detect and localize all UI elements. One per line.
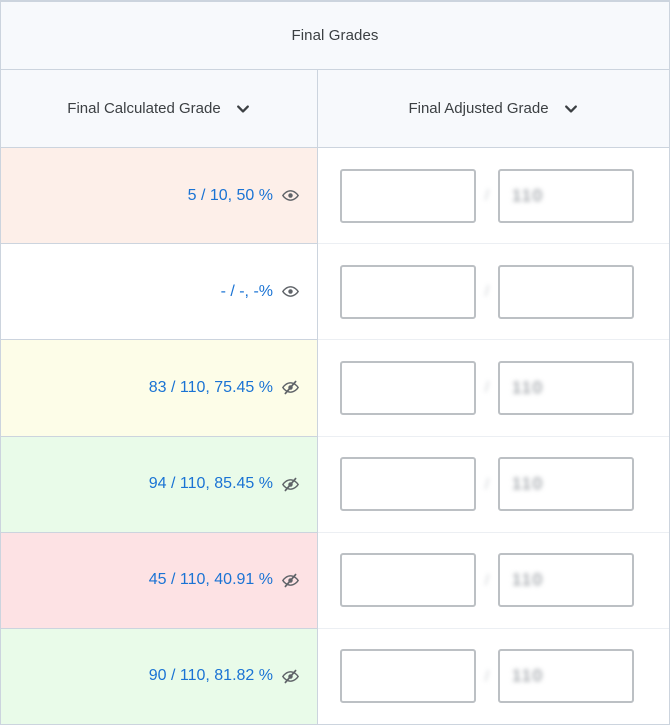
calculated-grade-value: 90 / 110, 81.82 % [148, 667, 273, 685]
adjusted-denominator-wrapper[interactable]: 110 [498, 649, 634, 704]
group-header-title: Final Grades [291, 27, 379, 44]
table-row: / 110 [318, 437, 669, 533]
table-row: 5 / 10, 50 % [1, 148, 317, 245]
final-adjusted-grade-column: / 110 / / 110 / 110 / 110 / 110 [318, 148, 669, 724]
adjusted-numerator-input[interactable] [340, 264, 476, 319]
table-row: 83 / 110, 75.45 % [1, 340, 317, 437]
fraction-separator: / [484, 571, 490, 589]
eye-icon[interactable] [282, 187, 299, 204]
adjusted-denominator-wrapper[interactable]: 110 [498, 553, 634, 608]
table-row: / 110 [318, 533, 669, 629]
final-grades-table: Final Grades Final Calculated Grade Fina… [0, 0, 670, 725]
column-header-label: Final Calculated Grade [67, 100, 221, 117]
final-calculated-grade-column: 5 / 10, 50 % - / -, -% 83 / 110, 75.45 %… [1, 148, 318, 724]
adjusted-numerator-input[interactable] [340, 168, 476, 223]
column-header-final-calculated-grade[interactable]: Final Calculated Grade [1, 70, 318, 147]
table-body: 5 / 10, 50 % - / -, -% 83 / 110, 75.45 %… [1, 148, 669, 724]
column-header-row: Final Calculated Grade Final Adjusted Gr… [1, 70, 669, 148]
calculated-grade-value: 45 / 110, 40.91 % [148, 571, 273, 589]
chevron-down-icon[interactable] [235, 101, 251, 117]
adjusted-denominator-input[interactable] [498, 649, 634, 704]
fraction-separator: / [484, 187, 490, 205]
calculated-grade-value: - / -, -% [220, 282, 273, 300]
adjusted-denominator-wrapper[interactable]: 110 [498, 360, 634, 415]
table-row: / [318, 244, 669, 341]
fraction-separator: / [484, 283, 490, 301]
adjusted-denominator-input[interactable] [498, 360, 634, 415]
adjusted-denominator-input[interactable] [498, 168, 634, 223]
adjusted-numerator-input[interactable] [340, 649, 476, 704]
table-row: 90 / 110, 81.82 % [1, 628, 317, 724]
fraction-separator: / [484, 667, 490, 685]
table-row: / 110 [318, 629, 669, 724]
chevron-down-icon[interactable] [563, 101, 579, 117]
adjusted-denominator-wrapper[interactable] [498, 264, 634, 319]
calculated-grade-value: 94 / 110, 85.45 % [148, 475, 273, 493]
adjusted-denominator-wrapper[interactable]: 110 [498, 168, 634, 223]
column-header-label: Final Adjusted Grade [408, 100, 549, 117]
calculated-grade-value: 83 / 110, 75.45 % [148, 378, 273, 396]
fraction-separator: / [484, 379, 490, 397]
table-row: - / -, -% [1, 244, 317, 341]
adjusted-denominator-input[interactable] [498, 553, 634, 608]
eye-off-icon[interactable] [282, 668, 299, 685]
eye-off-icon[interactable] [282, 379, 299, 396]
table-row: / 110 [318, 340, 669, 437]
fraction-separator: / [484, 475, 490, 493]
table-row: 45 / 110, 40.91 % [1, 532, 317, 629]
group-header: Final Grades [1, 2, 669, 70]
adjusted-denominator-input[interactable] [498, 264, 634, 319]
adjusted-denominator-input[interactable] [498, 457, 634, 512]
table-row: / 110 [318, 148, 669, 245]
adjusted-numerator-input[interactable] [340, 457, 476, 512]
column-header-final-adjusted-grade[interactable]: Final Adjusted Grade [318, 70, 669, 147]
adjusted-numerator-input[interactable] [340, 360, 476, 415]
adjusted-numerator-input[interactable] [340, 553, 476, 608]
adjusted-denominator-wrapper[interactable]: 110 [498, 457, 634, 512]
eye-off-icon[interactable] [282, 476, 299, 493]
eye-off-icon[interactable] [282, 572, 299, 589]
table-row: 94 / 110, 85.45 % [1, 436, 317, 533]
calculated-grade-value: 5 / 10, 50 % [187, 186, 273, 204]
eye-icon[interactable] [282, 283, 299, 300]
